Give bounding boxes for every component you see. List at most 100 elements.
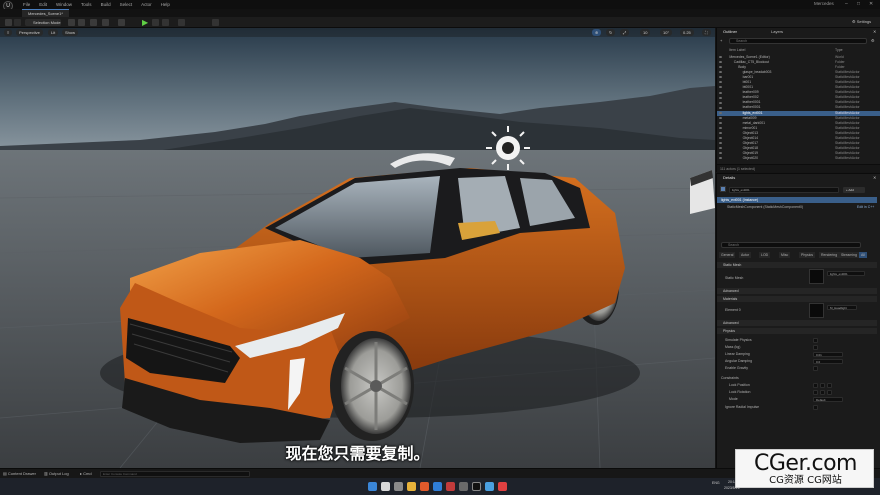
content-drawer-button[interactable]: ▤ Content Drawer [3, 471, 36, 477]
scale-tool-icon[interactable]: ⤢ [620, 29, 630, 36]
media-icon[interactable] [446, 482, 455, 491]
outliner-settings-icon[interactable]: ⚙ [871, 38, 875, 46]
settings-button[interactable]: ⚙ Settings [852, 19, 871, 24]
constraint-axis-checkbox[interactable] [813, 390, 818, 395]
menu-window[interactable]: Window [56, 2, 72, 7]
physics-row-field[interactable]: 0.0 [813, 359, 843, 364]
section-materials[interactable]: Materials [717, 296, 877, 302]
instance-row[interactable]: lights_ext001 (Instance) [717, 197, 877, 203]
menu-tools[interactable]: Tools [81, 2, 92, 7]
app-icon[interactable] [433, 482, 442, 491]
show-button[interactable]: Show [62, 29, 79, 36]
visibility-eye-icon[interactable] [719, 71, 722, 74]
close-details-icon[interactable]: ✕ [873, 174, 876, 182]
details-search-input[interactable]: Search [721, 242, 861, 248]
visibility-eye-icon[interactable] [719, 66, 722, 69]
filter-chip[interactable]: All [859, 252, 867, 258]
constraint-mode-dropdown[interactable]: Default [813, 397, 843, 402]
filter-chip[interactable]: LOD [759, 252, 771, 258]
constraint-axis-checkbox[interactable] [827, 383, 832, 388]
section-static-mesh[interactable]: Static Mesh [717, 262, 877, 268]
viewport-options-button[interactable]: ≡ [4, 29, 13, 36]
start-icon[interactable] [368, 482, 377, 491]
menu-help[interactable]: Help [161, 2, 170, 7]
constraint-axis-checkbox[interactable] [827, 390, 832, 395]
play-options-icon[interactable] [162, 19, 169, 26]
close-icon[interactable]: ✕ [869, 1, 873, 7]
visibility-eye-icon[interactable] [719, 126, 722, 129]
selection-mode-dropdown[interactable]: Selection Mode [25, 19, 61, 26]
selection-mode-icon[interactable] [14, 19, 21, 26]
visibility-eye-icon[interactable] [719, 61, 722, 64]
perspective-button[interactable]: Perspective [16, 29, 43, 36]
menu-build[interactable]: Build [101, 2, 111, 7]
filter-chip[interactable]: Rendering [819, 252, 840, 258]
launch-icon[interactable] [212, 19, 219, 26]
content-icon[interactable] [68, 19, 75, 26]
component-row[interactable]: StaticMeshComponent (StaticMeshComponent… [727, 205, 803, 209]
tab-layers[interactable]: Layers [771, 28, 783, 36]
visibility-eye-icon[interactable] [719, 91, 722, 94]
visibility-eye-icon[interactable] [719, 81, 722, 84]
physics-row-field[interactable] [813, 338, 818, 343]
section-advanced[interactable]: Advanced [717, 288, 877, 294]
constraint-axis-checkbox[interactable] [813, 383, 818, 388]
filter-chip[interactable]: Physics [799, 252, 816, 258]
tab-details[interactable]: Details [723, 174, 735, 182]
file-explorer-icon[interactable] [407, 482, 416, 491]
lit-button[interactable]: Lit [48, 29, 59, 36]
outliner-search-input[interactable]: Search [729, 38, 867, 44]
close-panel-icon[interactable]: ✕ [873, 28, 876, 36]
visibility-eye-icon[interactable] [719, 111, 722, 114]
visibility-eye-icon[interactable] [719, 141, 722, 144]
filter-chip[interactable]: Misc [779, 252, 791, 258]
menu-edit[interactable]: Edit [39, 2, 47, 7]
actor-name-field[interactable]: lights_ext001 [729, 187, 839, 193]
material-dropdown[interactable]: M_Headlight [827, 305, 857, 310]
maximize-viewport-icon[interactable]: ⛶ [702, 29, 711, 36]
filter-chip[interactable]: General [719, 252, 736, 258]
static-mesh-dropdown[interactable]: lights_ext001 [827, 271, 865, 276]
menu-actor[interactable]: Actor [141, 2, 152, 7]
col-type[interactable]: Type [835, 48, 843, 52]
scale-snap-value[interactable]: 0.25 [680, 29, 694, 36]
filter-chip[interactable]: Actor [739, 252, 752, 258]
section-physics[interactable]: Physics [717, 328, 877, 334]
level-viewport[interactable]: ≡ Perspective Lit Show ⊕ ↻ ⤢ 10 10° 0.25… [0, 28, 715, 468]
ignore-radial-impulse-checkbox[interactable] [813, 405, 818, 410]
tab-outliner[interactable]: Outliner [723, 28, 737, 36]
cinematics-icon[interactable] [102, 19, 109, 26]
outliner-row[interactable]: Object020 StaticMeshActor [717, 156, 880, 161]
menu-select[interactable]: Select [120, 2, 133, 7]
visibility-eye-icon[interactable] [719, 147, 722, 150]
build-icon[interactable] [118, 19, 125, 26]
chat-app-icon[interactable] [485, 482, 494, 491]
visibility-eye-icon[interactable] [719, 121, 722, 124]
minimize-icon[interactable]: – [845, 1, 848, 7]
visibility-eye-icon[interactable] [719, 56, 722, 59]
recorder-icon[interactable] [498, 482, 507, 491]
rotate-tool-icon[interactable]: ↻ [606, 29, 616, 36]
visibility-eye-icon[interactable] [719, 116, 722, 119]
unreal-app-icon[interactable] [472, 482, 481, 491]
filter-chip[interactable]: Streaming [839, 252, 859, 258]
grid-snap-value[interactable]: 10 [640, 29, 651, 36]
constraint-axis-checkbox[interactable] [820, 383, 825, 388]
edit-in-cpp-link[interactable]: Edit in C++ [857, 205, 874, 209]
tab-level[interactable]: Mercedes_Scene1* [22, 9, 69, 17]
visibility-eye-icon[interactable] [719, 86, 722, 89]
constraint-axis-checkbox[interactable] [820, 390, 825, 395]
rotation-snap-value[interactable]: 10° [660, 29, 673, 36]
language-indicator[interactable]: ENG [712, 481, 720, 485]
physics-row-field[interactable]: 0.01 [813, 352, 843, 357]
select-tool-icon[interactable]: ⊕ [592, 29, 602, 36]
visibility-eye-icon[interactable] [719, 131, 722, 134]
add-component-button[interactable]: + Add [843, 187, 865, 193]
add-filter-icon[interactable]: + [720, 38, 722, 46]
task-view-icon[interactable] [394, 482, 403, 491]
col-item-label[interactable]: Item Label [729, 48, 745, 52]
section-advanced-2[interactable]: Advanced [717, 320, 877, 326]
search-icon[interactable] [381, 482, 390, 491]
visibility-eye-icon[interactable] [719, 96, 722, 99]
add-actor-icon[interactable] [78, 19, 85, 26]
